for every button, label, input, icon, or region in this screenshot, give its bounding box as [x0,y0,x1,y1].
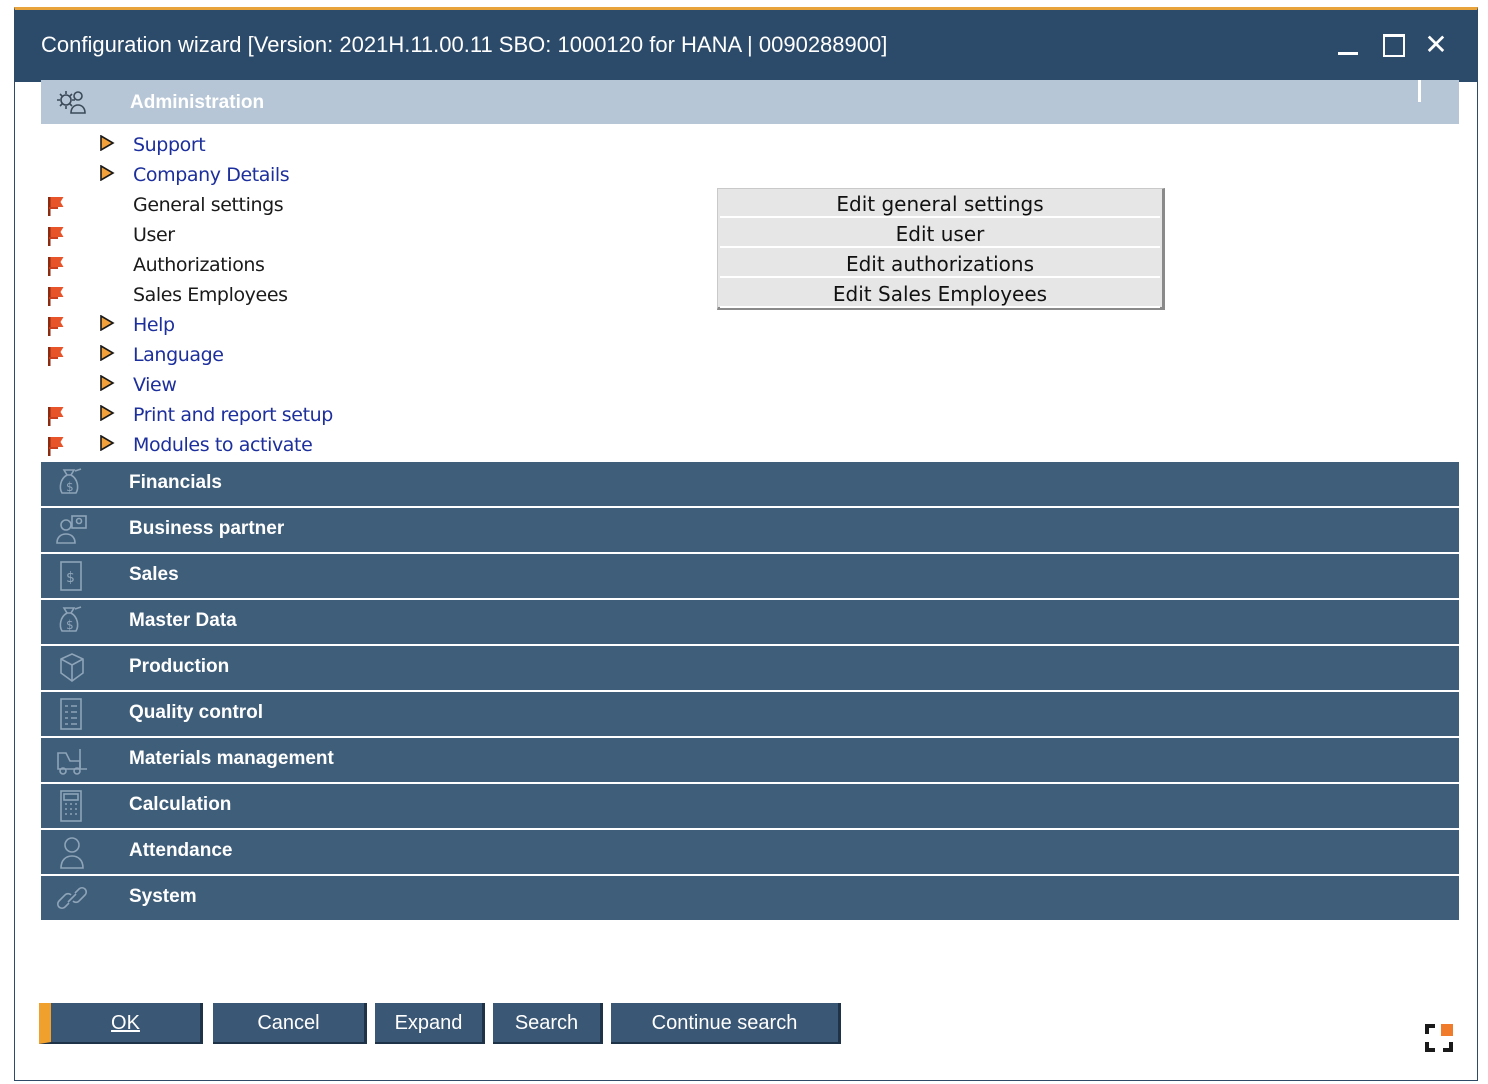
flag-icon [45,344,67,368]
section-label: Attendance [129,840,233,861]
minimize-button[interactable] [1331,28,1365,62]
svg-text:$: $ [66,618,74,632]
section-header-calculation[interactable]: Calculation [41,784,1459,828]
expand-arrow-icon[interactable] [99,374,115,392]
close-icon: ✕ [1424,28,1448,61]
edit-authorizations-button[interactable]: Edit authorizations [720,250,1160,278]
admin-item-label[interactable]: Help [133,314,175,336]
admin-item-label[interactable]: Modules to activate [133,434,313,456]
admin-item-label[interactable]: Support [133,134,206,156]
calculator-icon [60,790,82,822]
flag-icon [45,224,67,248]
person-icon [60,837,84,869]
admin-item-general-settings[interactable]: General settings [41,192,701,220]
admin-item-label[interactable]: Language [133,344,224,366]
section-header-financials[interactable]: $ Financials [41,462,1459,506]
expand-arrow-icon[interactable] [99,134,115,152]
admin-item-label[interactable]: Company Details [133,164,290,186]
maximize-button[interactable] [1375,28,1409,62]
configuration-wizard-window: Configuration wizard [Version: 2021H.11.… [14,7,1478,1081]
section-label: Sales [129,564,179,585]
edit-actions-panel: Edit general settings Edit user Edit aut… [717,188,1165,310]
section-header-sales[interactable]: $ Sales [41,554,1459,598]
section-label: Materials management [129,748,334,769]
admin-item-label[interactable]: View [133,374,177,396]
flag-icon [45,314,67,338]
flag-icon [45,254,67,278]
admin-gear-user-icon [57,91,86,114]
admin-item-authorizations[interactable]: Authorizations [41,252,701,280]
section-header-materials-management[interactable]: Materials management [41,738,1459,782]
ok-label: OK [111,1012,140,1034]
cancel-button[interactable]: Cancel [213,1003,367,1044]
admin-item-label: Authorizations [133,254,265,276]
flag-icon [45,194,67,218]
admin-item-label: Sales Employees [133,284,288,306]
section-header-business-partner[interactable]: Business partner [41,508,1459,552]
expand-arrow-icon[interactable] [99,404,115,422]
admin-item-label[interactable]: Print and report setup [133,404,333,426]
section-header-production[interactable]: Production [41,646,1459,690]
section-label: Master Data [129,610,237,631]
continue-search-button[interactable]: Continue search [611,1003,841,1044]
scroll-marker [1418,80,1421,102]
flag-icon [45,404,67,428]
section-header-system[interactable]: System [41,876,1459,920]
search-button[interactable]: Search [493,1003,603,1044]
admin-item-language[interactable]: Language [41,342,701,370]
cube-icon [60,653,84,682]
section-label: Financials [129,472,222,493]
maximize-icon [1383,34,1405,57]
section-header-master-data[interactable]: $ Master Data [41,600,1459,644]
admin-item-print-and-report-setup[interactable]: Print and report setup [41,402,701,430]
money-bag-icon: $ [59,606,82,632]
section-label: Administration [130,92,265,113]
expand-arrow-icon[interactable] [99,164,115,182]
edit-general-settings-button[interactable]: Edit general settings [720,190,1160,218]
admin-item-company-details[interactable]: Company Details [41,162,701,190]
admin-item-view[interactable]: View [41,372,701,400]
expand-arrow-icon[interactable] [99,314,115,332]
forklift-icon [57,749,87,775]
section-label: Business partner [129,518,285,539]
admin-item-label: General settings [133,194,284,216]
minimize-icon [1338,52,1358,55]
section-label: System [129,886,197,907]
section-label: Production [129,656,230,677]
close-button[interactable]: ✕ [1419,28,1453,62]
svg-text:$: $ [66,570,75,586]
checklist-icon [60,698,82,730]
window-title: Configuration wizard [Version: 2021H.11.… [41,32,888,57]
money-bag-icon: $ [59,468,82,494]
title-bar[interactable]: Configuration wizard [Version: 2021H.11.… [15,10,1477,82]
flag-icon [45,434,67,458]
edit-user-button[interactable]: Edit user [720,220,1160,248]
expand-arrow-icon[interactable] [99,434,115,452]
section-label: Calculation [129,794,232,815]
business-partner-icon [56,515,87,544]
admin-item-user[interactable]: User [41,222,701,250]
admin-item-help[interactable]: Help [41,312,701,340]
edit-sales-employees-button[interactable]: Edit Sales Employees [720,280,1160,308]
expand-arrow-icon[interactable] [99,344,115,362]
section-header-administration[interactable]: Administration [41,80,1459,124]
section-label: Quality control [129,702,264,723]
dollar-document-icon: $ [60,561,82,591]
expand-button[interactable]: Expand [375,1003,485,1044]
resize-grip-icon[interactable] [1423,1022,1455,1054]
svg-text:$: $ [66,480,74,494]
admin-item-label: User [133,224,175,246]
section-header-quality-control[interactable]: Quality control [41,692,1459,736]
admin-item-support[interactable]: Support [41,132,701,160]
admin-item-sales-employees[interactable]: Sales Employees [41,282,701,310]
ok-button[interactable]: OK [39,1003,203,1044]
admin-item-modules-to-activate[interactable]: Modules to activate [41,432,701,460]
link-icon [56,886,88,910]
section-header-attendance[interactable]: Attendance [41,830,1459,874]
flag-icon [45,284,67,308]
